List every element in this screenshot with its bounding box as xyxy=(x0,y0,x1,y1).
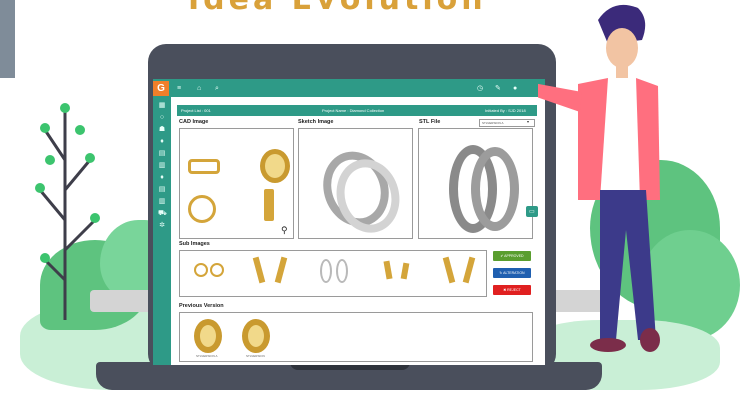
sub-image-gold-earring-pair[interactable] xyxy=(400,262,410,280)
sketch-image-panel[interactable] xyxy=(298,128,413,240)
project-initiated: Initiated By : SJD 2018 xyxy=(485,108,526,113)
collection-icon[interactable]: ☗ xyxy=(158,126,166,133)
sub-images-panel xyxy=(179,250,487,297)
user-icon[interactable]: ● xyxy=(513,85,517,92)
feedback-icon: ▭ xyxy=(529,209,535,215)
app-logo: G xyxy=(153,81,169,96)
dashboard-icon[interactable]: ▦ xyxy=(158,102,166,109)
plant-illustration xyxy=(35,103,100,320)
sub-image-dangle-earring-pair[interactable] xyxy=(462,256,476,284)
reject-label: REJECT xyxy=(507,288,521,292)
previous-version-ring-a[interactable] xyxy=(194,319,222,353)
project-list: Project List : 001 xyxy=(181,108,211,113)
cad-band-ring xyxy=(260,149,290,183)
zoom-icon[interactable]: ⚲ xyxy=(281,225,288,236)
cad-crown-ring xyxy=(188,159,220,174)
previous-version-a-label: STLVERSION A xyxy=(196,354,218,358)
document-icon[interactable]: ▤ xyxy=(158,150,166,157)
cart-icon[interactable]: ⛟ xyxy=(158,210,167,217)
report-icon[interactable]: ▤ xyxy=(158,186,166,193)
reject-button[interactable]: ✖ REJECT xyxy=(493,285,531,295)
design-icon[interactable]: ♦ xyxy=(158,174,166,181)
side-decor-block xyxy=(0,0,15,78)
cad-solitaire-ring xyxy=(188,195,216,223)
previous-version-ring-b[interactable] xyxy=(242,319,270,353)
sub-image-drop-earring[interactable] xyxy=(252,256,266,284)
stl-file-panel[interactable] xyxy=(418,128,533,239)
sub-image-silver-earring-pair[interactable] xyxy=(336,259,348,283)
alteration-label: ALTERATION xyxy=(503,271,525,275)
stl-file-label: STL File xyxy=(419,119,441,125)
edit-icon[interactable]: ✎ xyxy=(495,85,501,92)
feedback-button[interactable]: ▭ xyxy=(526,206,538,217)
sub-image-gold-earring[interactable] xyxy=(383,260,393,280)
sub-image-stud-earring[interactable] xyxy=(194,263,208,277)
sub-image-stud-earring-pair[interactable] xyxy=(210,263,224,277)
previous-version-panel: STLVERSION A STLVERSION xyxy=(179,312,533,362)
previous-version-label: Previous Version xyxy=(179,303,224,309)
approved-button[interactable]: ✔ APPROVED xyxy=(493,251,531,261)
presenter-illustration xyxy=(538,4,660,352)
previous-version-b-label: STLVERSION xyxy=(246,354,265,358)
home-icon[interactable]: ⌂ xyxy=(197,85,201,92)
settings-icon[interactable]: ✲ xyxy=(158,222,166,229)
cad-image-panel[interactable]: ⚲ xyxy=(179,128,294,239)
pendant-icon[interactable]: ♦ xyxy=(158,138,166,145)
sketch-image-label: Sketch Image xyxy=(298,119,334,125)
clock-icon[interactable]: ◷ xyxy=(477,85,483,92)
hero-title: Idea Evolution xyxy=(188,0,498,14)
image-icon[interactable]: ▥ xyxy=(158,198,166,205)
gallery-icon[interactable]: ▥ xyxy=(158,162,166,169)
chevron-down-icon[interactable]: ▾ xyxy=(527,119,529,124)
ring-icon[interactable]: ○ xyxy=(158,114,166,121)
stl-ring-right xyxy=(471,147,519,231)
sidebar: ▦ ○ ☗ ♦ ▤ ▥ ♦ ▤ ▥ ⛟ ✲ xyxy=(153,97,171,365)
cad-side-view xyxy=(264,189,274,221)
top-bar: ≡ ⌂ ⌕ ◷ ✎ ● xyxy=(153,79,545,97)
menu-icon[interactable]: ≡ xyxy=(177,85,181,92)
project-bar: Project List : 001 Project Name : Diamon… xyxy=(177,105,537,116)
search-icon[interactable]: ⌕ xyxy=(215,85,219,92)
approved-label: APPROVED xyxy=(504,254,524,258)
app-screen: ≡ ⌂ ⌕ ◷ ✎ ● G ▦ ○ ☗ ♦ ▤ ▥ ♦ ▤ ▥ ⛟ ✲ Proj… xyxy=(153,79,545,365)
sub-image-silver-earring[interactable] xyxy=(320,259,332,283)
cad-image-label: CAD Image xyxy=(179,119,209,125)
sub-image-dangle-earring[interactable] xyxy=(442,256,456,284)
alteration-button[interactable]: ↻ ALTERATION xyxy=(493,268,531,278)
project-name: Project Name : Diamond Collection xyxy=(322,108,385,113)
sub-image-drop-earring-pair[interactable] xyxy=(274,256,288,284)
sub-images-label: Sub Images xyxy=(179,241,210,247)
